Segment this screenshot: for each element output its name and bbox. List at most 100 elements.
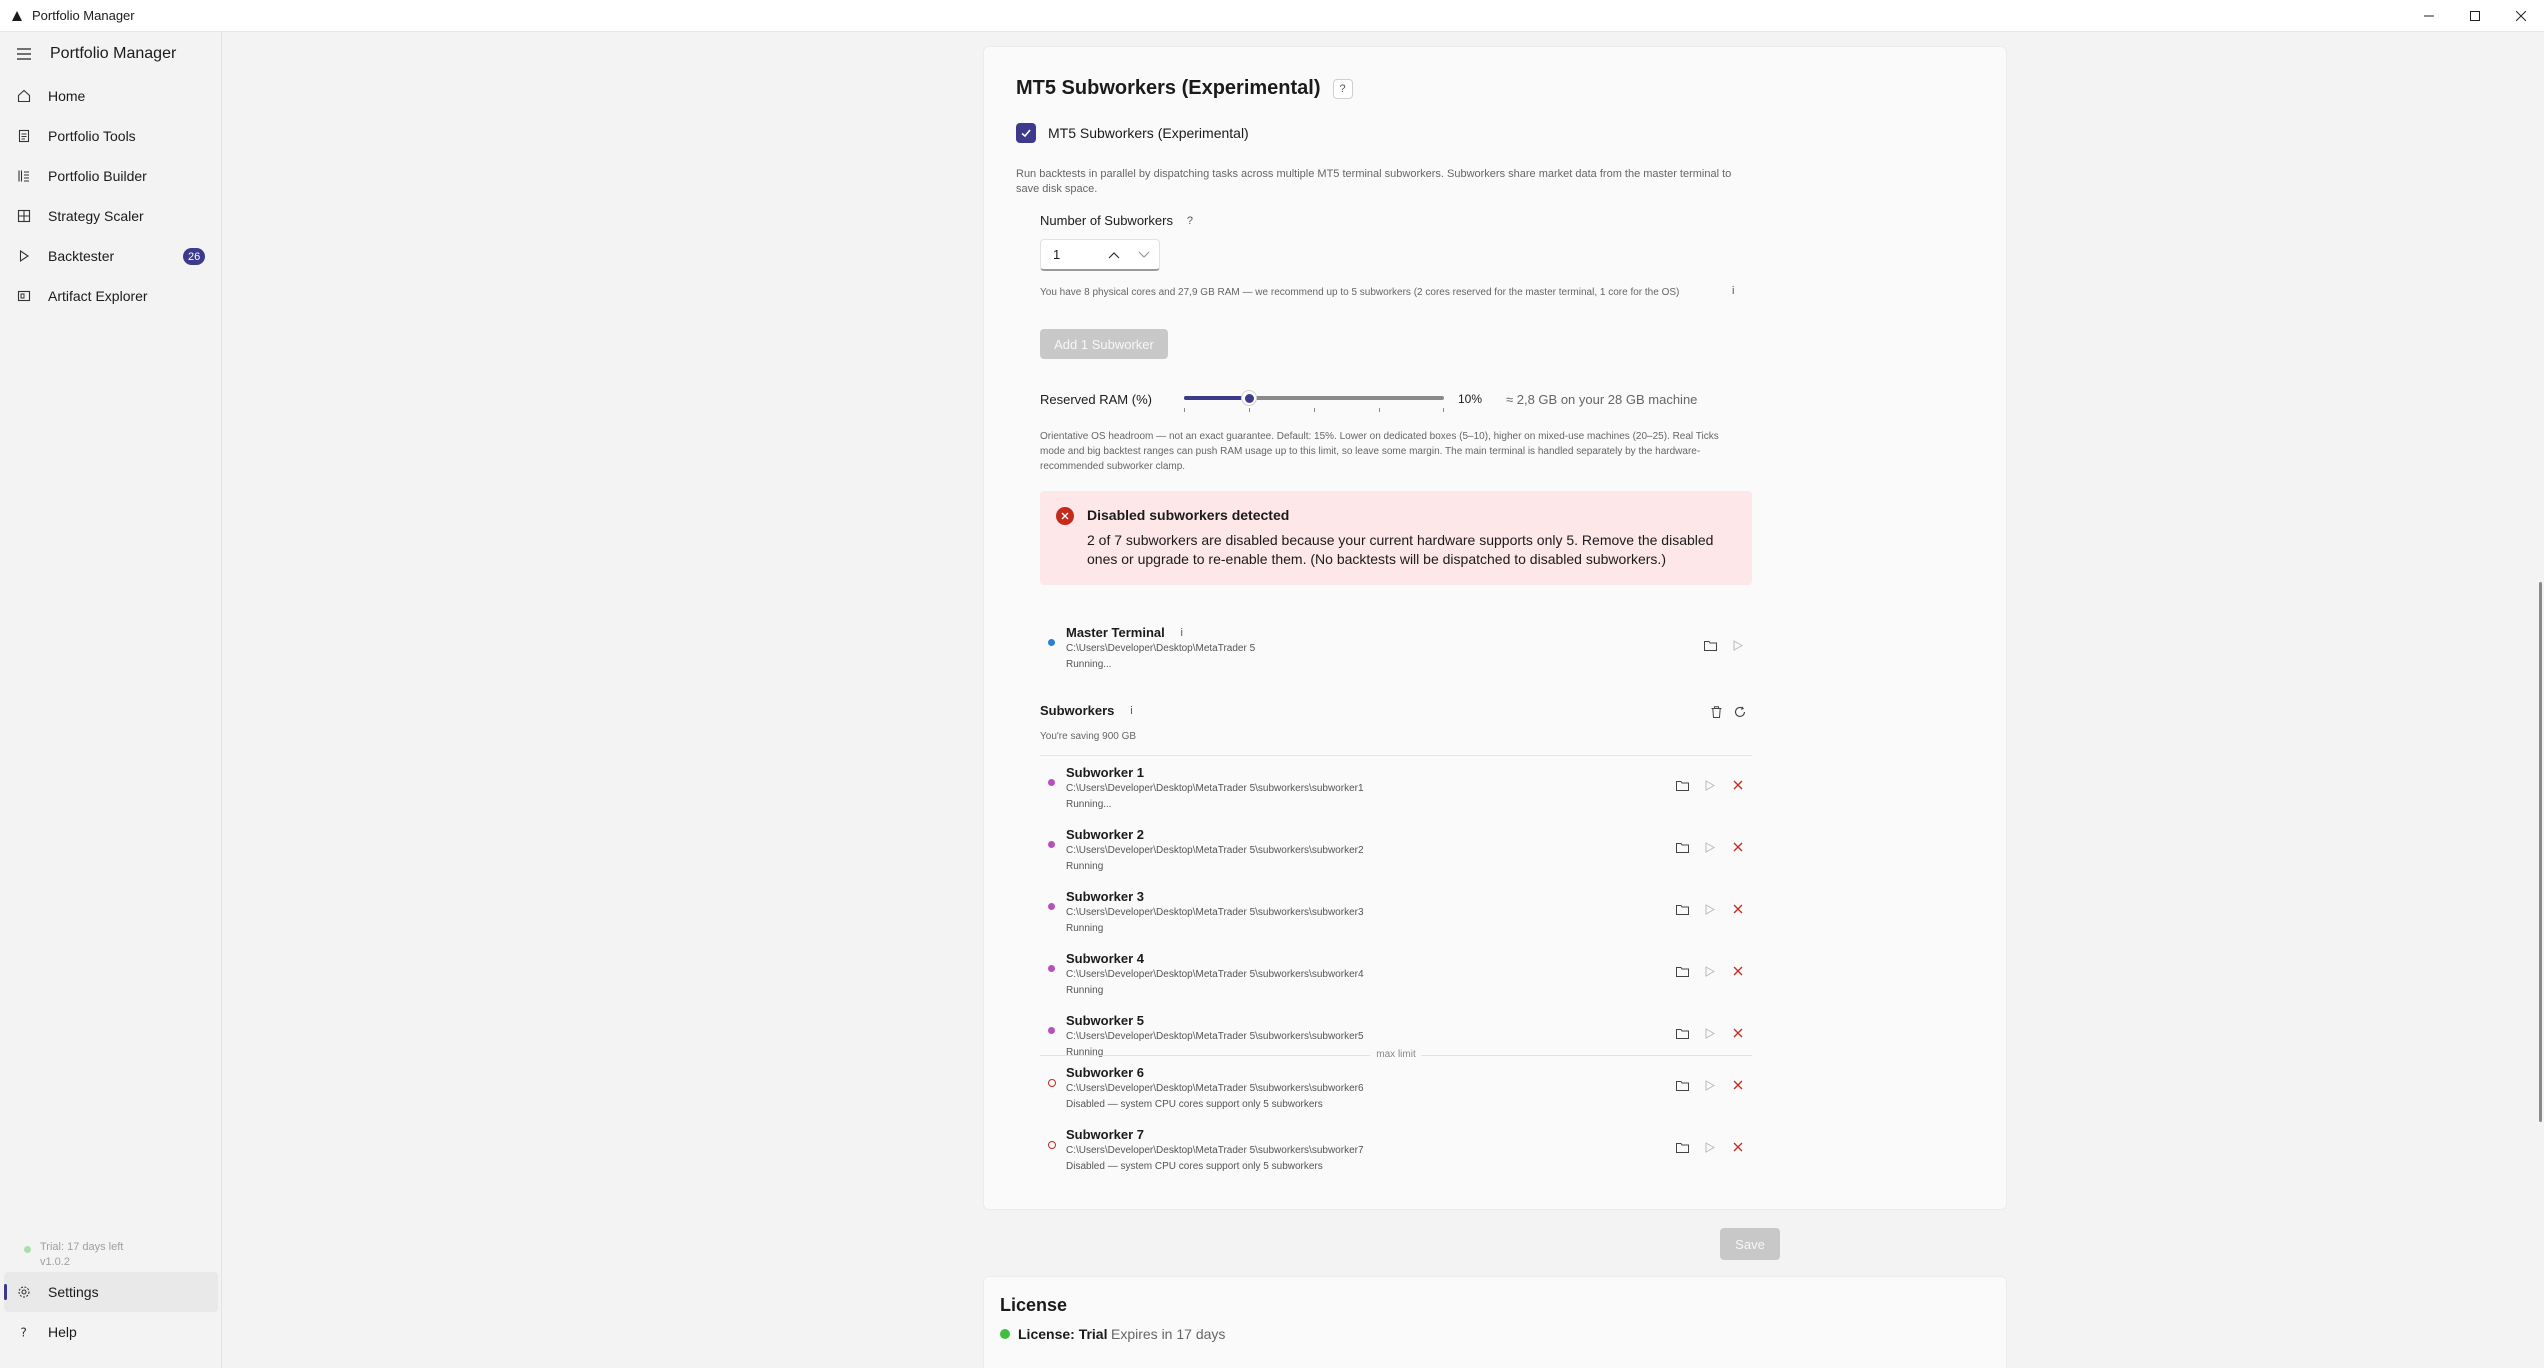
subworker-name: Subworker 1 xyxy=(1066,765,1145,780)
sidebar-item-home[interactable]: Home xyxy=(0,76,221,116)
subworkers-info-icon[interactable]: i xyxy=(1124,704,1138,718)
subworker-count-label-text: Number of Subworkers xyxy=(1040,213,1173,228)
open-folder-button[interactable] xyxy=(1668,775,1696,795)
reserved-ram-slider[interactable] xyxy=(1184,383,1444,413)
start-button[interactable] xyxy=(1696,899,1724,919)
sidebar-item-label: Help xyxy=(48,1324,77,1340)
subworker-count-stepper[interactable]: 1 xyxy=(1040,239,1160,271)
sidebar: Portfolio Manager Home Portfolio Tools P… xyxy=(0,32,222,1368)
remove-subworker-button[interactable] xyxy=(1724,1023,1752,1043)
sidebar-item-backtester[interactable]: Backtester 26 xyxy=(0,236,221,276)
home-icon xyxy=(16,88,32,104)
open-folder-button[interactable] xyxy=(1696,635,1724,655)
subworkers-header-actions xyxy=(1704,703,1752,721)
play-icon xyxy=(1705,1027,1715,1039)
slider-tick xyxy=(1184,408,1185,412)
subworker-name: Subworker 6 xyxy=(1066,1065,1145,1080)
close-icon xyxy=(1733,1080,1743,1090)
svg-text:?: ? xyxy=(21,1326,27,1340)
slider-tick xyxy=(1314,408,1315,412)
sidebar-item-label: Home xyxy=(48,88,86,104)
content-scrollbar[interactable] xyxy=(2536,32,2544,1368)
terminal-path: C:\Users\Developer\Desktop\MetaTrader 5 xyxy=(1066,643,1256,654)
remove-subworker-button[interactable] xyxy=(1724,961,1752,981)
remove-subworker-button[interactable] xyxy=(1724,899,1752,919)
title-bar: Portfolio Manager xyxy=(0,0,2544,32)
minimize-button[interactable] xyxy=(2406,0,2452,32)
subworkers-enable-toggle[interactable]: MT5 Subworkers (Experimental) xyxy=(1016,123,1249,143)
section-help-button[interactable]: ? xyxy=(1332,78,1353,99)
start-button[interactable] xyxy=(1696,775,1724,795)
remove-subworker-button[interactable] xyxy=(1724,775,1752,795)
open-folder-button[interactable] xyxy=(1668,1137,1696,1157)
status-dot xyxy=(1048,903,1055,910)
remove-subworker-button[interactable] xyxy=(1724,837,1752,857)
hamburger-menu-icon[interactable] xyxy=(16,46,32,62)
section-title: MT5 Subworkers (Experimental) ? xyxy=(1016,77,1353,100)
start-button[interactable] xyxy=(1696,961,1724,981)
master-terminal-info-icon[interactable]: i xyxy=(1175,626,1189,640)
sidebar-item-portfolio-tools[interactable]: Portfolio Tools xyxy=(0,116,221,156)
play-icon xyxy=(1705,965,1715,977)
slider-tick xyxy=(1443,408,1444,412)
save-button[interactable]: Save xyxy=(1720,1228,1780,1260)
increment-button[interactable] xyxy=(1098,241,1128,269)
remove-subworker-button[interactable] xyxy=(1724,1137,1752,1157)
slider-thumb[interactable] xyxy=(1241,390,1257,406)
hardware-info-icon[interactable]: i xyxy=(1732,285,1734,297)
scrollbar-thumb[interactable] xyxy=(2539,582,2542,1122)
decrement-button[interactable] xyxy=(1129,241,1159,269)
reserved-ram-memory: ≈ 2,8 GB on your 28 GB machine xyxy=(1506,392,1698,407)
folder-icon xyxy=(1675,780,1689,791)
folder-icon xyxy=(1675,904,1689,915)
subworker-path: C:\Users\Developer\Desktop\MetaTrader 5\… xyxy=(1066,783,1364,794)
row-actions xyxy=(1696,635,1752,655)
subworker-name: Subworker 4 xyxy=(1066,951,1145,966)
builder-icon xyxy=(16,168,32,184)
subworker-count-help-button[interactable]: ? xyxy=(1183,214,1197,228)
subworker-path: C:\Users\Developer\Desktop\MetaTrader 5\… xyxy=(1066,1083,1364,1094)
refresh-button[interactable] xyxy=(1728,703,1752,721)
sidebar-item-portfolio-builder[interactable]: Portfolio Builder xyxy=(0,156,221,196)
start-button[interactable] xyxy=(1696,837,1724,857)
app-logo-icon xyxy=(10,9,24,23)
open-folder-button[interactable] xyxy=(1668,837,1696,857)
start-button[interactable] xyxy=(1696,1137,1724,1157)
subworker-count-value[interactable]: 1 xyxy=(1053,247,1098,262)
open-folder-button[interactable] xyxy=(1668,1023,1696,1043)
row-actions xyxy=(1668,837,1752,857)
close-icon xyxy=(1733,1028,1743,1038)
maximize-button[interactable] xyxy=(2452,0,2498,32)
sidebar-item-help[interactable]: ? Help xyxy=(0,1312,222,1352)
alert-title: Disabled subworkers detected xyxy=(1087,507,1290,523)
checkbox-checked-icon[interactable] xyxy=(1016,123,1036,143)
open-folder-button[interactable] xyxy=(1668,1075,1696,1095)
status-dot xyxy=(1048,639,1055,646)
remove-subworker-button[interactable] xyxy=(1724,1075,1752,1095)
start-button[interactable] xyxy=(1696,1023,1724,1043)
subworker-status: Running xyxy=(1066,985,1104,996)
row-actions xyxy=(1668,899,1752,919)
close-icon xyxy=(1733,842,1743,852)
subworker-count-label: Number of Subworkers ? xyxy=(1040,213,1197,228)
start-button[interactable] xyxy=(1696,1075,1724,1095)
license-status-dot xyxy=(1000,1329,1010,1339)
sidebar-item-artifact-explorer[interactable]: Artifact Explorer xyxy=(0,276,221,316)
start-button[interactable] xyxy=(1724,635,1752,655)
maximize-icon xyxy=(2470,11,2480,21)
sidebar-item-strategy-scaler[interactable]: Strategy Scaler xyxy=(0,196,221,236)
sidebar-item-settings[interactable]: Settings xyxy=(4,1272,218,1312)
license-expiry: Expires in 17 days xyxy=(1111,1326,1226,1342)
close-icon xyxy=(1733,780,1743,790)
disabled-subworkers-alert: Disabled subworkers detected 2 of 7 subw… xyxy=(1040,491,1752,585)
alert-message: 2 of 7 subworkers are disabled because y… xyxy=(1087,532,1714,567)
open-folder-button[interactable] xyxy=(1668,899,1696,919)
close-window-button[interactable] xyxy=(2498,0,2544,32)
sidebar-header: Portfolio Manager xyxy=(0,32,221,76)
delete-all-button[interactable] xyxy=(1704,703,1728,721)
open-folder-button[interactable] xyxy=(1668,961,1696,981)
subworker-row: Subworker 6 C:\Users\Developer\Desktop\Me… xyxy=(1040,1065,1752,1121)
folder-icon xyxy=(1675,1028,1689,1039)
subworker-path: C:\Users\Developer\Desktop\MetaTrader 5\… xyxy=(1066,907,1364,918)
add-subworker-button[interactable]: Add 1 Subworker xyxy=(1040,329,1168,359)
